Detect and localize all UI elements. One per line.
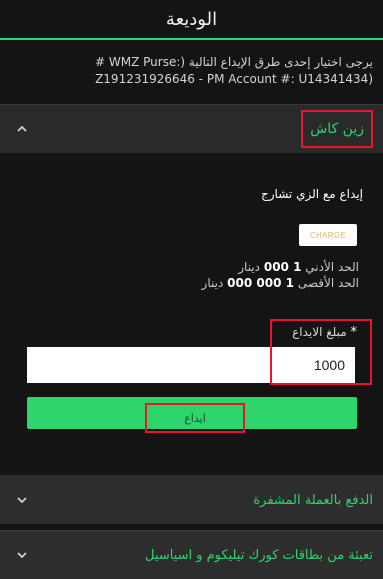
deposit-limits: الحد الأدني 1 000 دينار الحد الأقصى 1 00… [202, 259, 359, 291]
min-limit-row: الحد الأدني 1 000 دينار [202, 259, 359, 275]
section-cards-title: تعبئة من بطاقات كورك تيليكوم و اسياسيل [145, 547, 373, 563]
chevron-down-icon [14, 547, 30, 563]
min-limit-label: الحد الأدني [305, 260, 359, 274]
page-header: الوديعة [0, 0, 383, 40]
intro-text: يرجى اختيار إحدى طرق الإيداع التالية (:W… [0, 40, 383, 104]
deposit-highlight-box [145, 403, 245, 433]
charge-logo-text: CHARGE [309, 230, 347, 240]
chevron-up-icon [14, 121, 30, 137]
section-crypto-title: الدفع بالعملة المشفرة [253, 492, 373, 508]
chevron-down-icon [14, 492, 30, 508]
section-crypto-header[interactable]: الدفع بالعملة المشفرة [0, 475, 383, 524]
max-limit-unit: دينار [201, 276, 224, 290]
section-zain-cash-title: زين كاش [301, 110, 373, 148]
max-limit-row: الحد الأقصى 1 000 000 دينار [202, 275, 359, 291]
intro-line-2: Z191231926646 - PM Account #: U14341434) [95, 72, 373, 86]
amount-highlight-box [270, 319, 372, 385]
page-title: الوديعة [165, 8, 218, 30]
max-limit-value: 1 000 000 [227, 276, 294, 290]
section-zain-cash-header[interactable]: زين كاش [0, 104, 383, 153]
zain-cash-panel: إيداع مع الزي تشارج CHARGE الحد الأدني 1… [0, 153, 383, 475]
section-cards-header[interactable]: تعبئة من بطاقات كورك تيليكوم و اسياسيل [0, 530, 383, 579]
method-title: إيداع مع الزي تشارج [261, 187, 363, 201]
max-limit-label: الحد الأقصى [297, 276, 359, 290]
min-limit-unit: دينار [238, 260, 261, 274]
intro-line-1: يرجى اختيار إحدى طرق الإيداع التالية (:W… [95, 55, 373, 69]
charge-logo: CHARGE [299, 224, 357, 246]
min-limit-value: 1 000 [263, 260, 302, 274]
